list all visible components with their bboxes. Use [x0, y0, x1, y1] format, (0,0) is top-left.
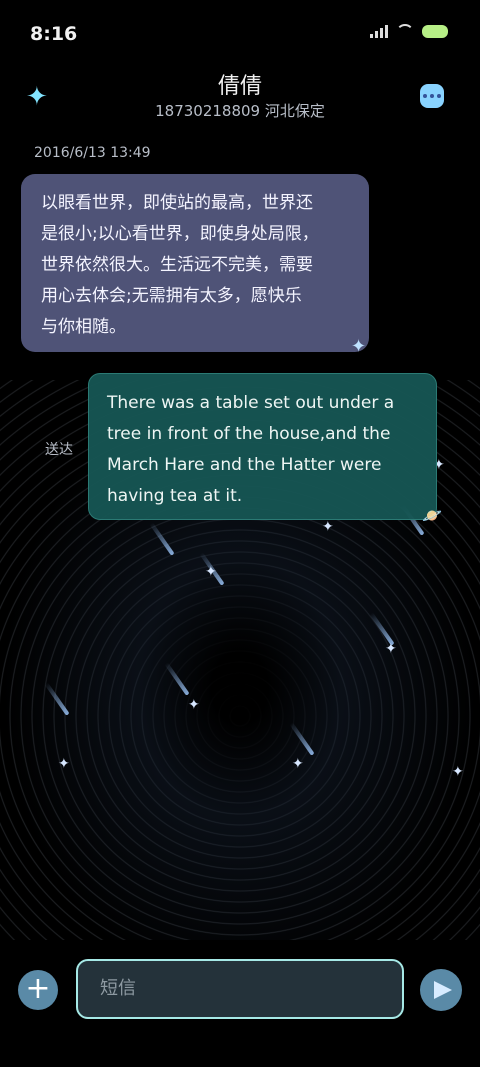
composer-bar: + 短信 — [0, 955, 480, 1025]
contact-name: 倩倩 — [217, 74, 262, 99]
more-icon[interactable] — [420, 84, 444, 108]
streak — [289, 722, 315, 756]
star-sparkle: ✦ — [292, 756, 304, 772]
message-line: 用心去体会;无需拥有太多，愿快乐 — [41, 286, 302, 306]
message-line: There was a table set out under a — [107, 393, 395, 413]
streak — [164, 662, 190, 696]
star-sparkle: ✦ — [188, 697, 200, 713]
message-input[interactable]: 短信 — [76, 959, 404, 1019]
message-line: having tea at it. — [107, 486, 243, 506]
star-sparkle: ✦ — [322, 519, 334, 535]
star-sparkle: ✦ — [205, 564, 217, 580]
streak — [149, 522, 175, 556]
message-line: 是很小;以心看世界，即使身处局限， — [41, 224, 319, 244]
star-sparkle: ✦ — [452, 764, 464, 780]
message-line: 世界依然很大。生活远不完美，需要 — [41, 255, 313, 275]
contact-subtitle: 18730218809 河北保定 — [155, 102, 325, 120]
conversation-header: ✦ 倩倩 18730218809 河北保定 — [0, 66, 480, 132]
star-sparkle: ✦ — [385, 641, 397, 657]
incoming-message-bubble[interactable]: 以眼看世界，即使站的最高，世界还 是很小;以心看世界，即使身处局限， 世界依然很… — [21, 174, 369, 352]
status-time: 8:16 — [30, 23, 78, 45]
message-line: 以眼看世界，即使站的最高，世界还 — [41, 193, 313, 213]
message-date: 2016/6/13 13:49 — [34, 145, 151, 161]
message-line: tree in front of the house,and the — [107, 424, 391, 444]
planet-decoration-icon: 🪐 — [422, 506, 442, 525]
status-icons — [370, 24, 448, 38]
plus-icon[interactable]: + — [18, 970, 58, 1010]
star-sparkle: ✦ — [58, 756, 70, 772]
delivery-status: 送达 — [45, 442, 73, 458]
send-icon[interactable] — [420, 969, 462, 1011]
star-decoration-icon: ✦ — [351, 336, 367, 357]
battery-icon — [422, 24, 448, 38]
outgoing-message-bubble[interactable]: There was a table set out under a tree i… — [88, 373, 437, 520]
status-bar: 8:16 — [0, 0, 480, 66]
message-line: 与你相随。 — [41, 317, 126, 337]
streak — [44, 682, 70, 716]
signal-icon — [370, 24, 388, 38]
message-line: March Hare and the Hatter were — [107, 455, 382, 475]
wifi-icon — [396, 24, 414, 38]
